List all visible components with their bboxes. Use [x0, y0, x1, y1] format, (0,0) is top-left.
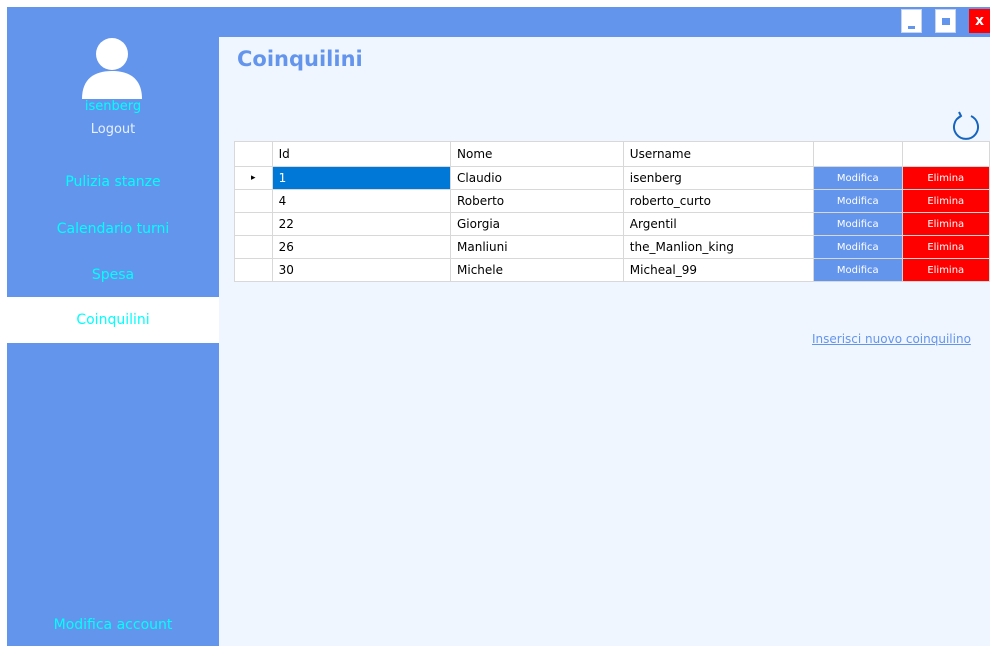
cell-username[interactable]: Micheal_99	[622, 258, 815, 282]
logout-link[interactable]: Logout	[7, 122, 219, 137]
column-header-elimina[interactable]	[901, 141, 990, 167]
delete-button[interactable]: Elimina	[901, 212, 990, 236]
table-row[interactable]: 30 Michele Micheal_99 Modifica Elimina	[234, 258, 990, 282]
row-header-corner	[234, 141, 273, 167]
cell-id[interactable]: 30	[271, 258, 452, 282]
table-row[interactable]: 26 Manliuni the_Manlion_king Modifica El…	[234, 235, 990, 259]
cell-username[interactable]: roberto_curto	[622, 189, 815, 213]
cell-username[interactable]: isenberg	[622, 166, 815, 190]
cell-nome[interactable]: Claudio	[450, 166, 624, 190]
row-header[interactable]	[234, 235, 273, 259]
coinquilini-grid: Id Nome Username ▸ 1 Claudio isenberg Mo…	[234, 141, 990, 282]
user-avatar-icon	[82, 38, 142, 99]
sidebar: isenberg Logout Pulizia stanze Calendari…	[7, 37, 219, 646]
cell-nome[interactable]: Giorgia	[450, 212, 624, 236]
grid-header-row: Id Nome Username	[234, 141, 990, 167]
sidebar-item-pulizia-stanze[interactable]: Pulizia stanze	[7, 159, 219, 205]
minimize-button[interactable]	[901, 9, 922, 33]
username-label: isenberg	[84, 99, 142, 114]
edit-button[interactable]: Modifica	[813, 258, 903, 282]
sidebar-item-modifica-account[interactable]: Modifica account	[7, 610, 219, 640]
column-header-nome[interactable]: Nome	[450, 141, 624, 167]
cell-id[interactable]: 1	[271, 166, 452, 190]
table-row[interactable]: 22 Giorgia Argentil Modifica Elimina	[234, 212, 990, 236]
table-row[interactable]: ▸ 1 Claudio isenberg Modifica Elimina	[234, 166, 990, 190]
sidebar-item-coinquilini[interactable]: Coinquilini	[7, 297, 219, 343]
close-button[interactable]: x	[969, 9, 990, 33]
column-header-username[interactable]: Username	[622, 141, 815, 167]
row-header[interactable]	[234, 212, 273, 236]
edit-button[interactable]: Modifica	[813, 189, 903, 213]
edit-button[interactable]: Modifica	[813, 166, 903, 190]
column-header-modifica[interactable]	[813, 141, 903, 167]
close-icon: x	[974, 13, 985, 29]
sidebar-item-spesa[interactable]: Spesa	[7, 252, 219, 298]
delete-button[interactable]: Elimina	[901, 189, 990, 213]
minimize-icon	[908, 26, 915, 29]
delete-button[interactable]: Elimina	[901, 235, 990, 259]
edit-button[interactable]: Modifica	[813, 235, 903, 259]
sidebar-item-calendario-turni[interactable]: Calendario turni	[7, 206, 219, 252]
cell-nome[interactable]: Michele	[450, 258, 624, 282]
cell-username[interactable]: Argentil	[622, 212, 815, 236]
table-row[interactable]: 4 Roberto roberto_curto Modifica Elimina	[234, 189, 990, 213]
cell-id[interactable]: 26	[271, 235, 452, 259]
delete-button[interactable]: Elimina	[901, 258, 990, 282]
add-coinquilino-link[interactable]: Inserisci nuovo coinquilino	[812, 332, 971, 346]
title-bar: x	[7, 7, 990, 37]
cell-id[interactable]: 4	[271, 189, 452, 213]
current-row-indicator-icon[interactable]: ▸	[234, 166, 273, 190]
page-title: Coinquilini	[237, 47, 363, 71]
app-window: x isenberg Logout Pulizia stanze Calenda…	[7, 7, 990, 646]
maximize-icon	[942, 18, 950, 25]
cell-nome[interactable]: Roberto	[450, 189, 624, 213]
row-header[interactable]	[234, 258, 273, 282]
cell-username[interactable]: the_Manlion_king	[622, 235, 815, 259]
cell-id[interactable]: 22	[271, 212, 452, 236]
maximize-button[interactable]	[935, 9, 956, 33]
cell-nome[interactable]: Manliuni	[450, 235, 624, 259]
row-header[interactable]	[234, 189, 273, 213]
column-header-id[interactable]: Id	[271, 141, 452, 167]
edit-button[interactable]: Modifica	[813, 212, 903, 236]
refresh-icon[interactable]	[950, 111, 982, 143]
delete-button[interactable]: Elimina	[901, 166, 990, 190]
